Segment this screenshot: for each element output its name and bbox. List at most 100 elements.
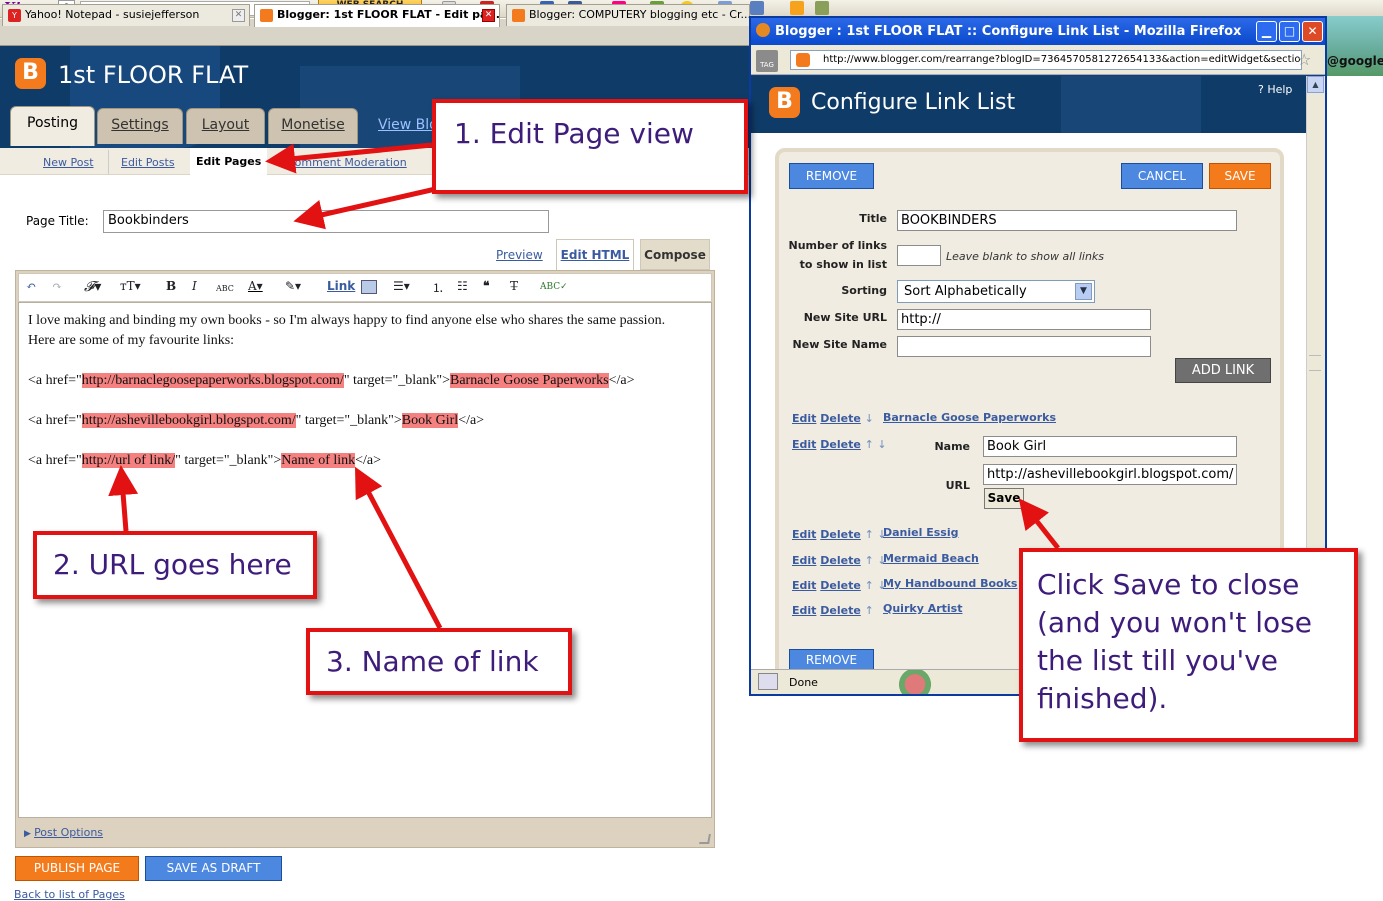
blockquote-icon[interactable]: ❝: [483, 279, 489, 293]
link-row-controls[interactable]: Edit Delete ↑ ↓: [792, 579, 887, 592]
preview-link[interactable]: Preview: [496, 248, 543, 262]
tab-close-icon[interactable]: ✕: [482, 9, 495, 22]
page-title-input[interactable]: Bookbinders: [103, 210, 549, 233]
link-item-name[interactable]: Quirky Artist: [883, 602, 962, 615]
text-color-icon[interactable]: A▾: [248, 279, 263, 293]
link-item-name[interactable]: My Handbound Books: [883, 577, 1017, 590]
edit-name-input[interactable]: Book Girl: [983, 436, 1237, 457]
link-row-controls[interactable]: Edit Delete ↑: [792, 604, 874, 617]
add-link-button[interactable]: ADD LINK: [1175, 358, 1271, 383]
undo-icon[interactable]: ↶: [26, 279, 36, 293]
num-links-input[interactable]: [897, 245, 941, 266]
popup-titlebar[interactable]: Blogger : 1st FLOOR FLAT :: Configure Li…: [751, 18, 1325, 45]
bottom-remove-button[interactable]: REMOVE: [789, 649, 874, 670]
link-row-controls[interactable]: Edit Delete ↑ ↓: [792, 528, 887, 541]
edit-link[interactable]: Edit: [792, 528, 816, 541]
post-options-toggle[interactable]: ▶ Post Options: [24, 826, 103, 839]
link-name-highlight: Barnacle Goose Paperworks: [449, 373, 609, 388]
delete-link[interactable]: Delete: [820, 412, 861, 425]
tag-icon[interactable]: TAG: [756, 50, 778, 72]
edit-link[interactable]: Edit: [792, 438, 816, 451]
edit-name-label: Name: [934, 440, 970, 453]
font-family-icon[interactable]: 𝓕▾: [84, 279, 101, 295]
minimize-button[interactable]: ▁: [1256, 21, 1277, 42]
browser-tab-yahoo-notepad[interactable]: Y Yahoo! Notepad - susiejefferson ✕: [2, 4, 250, 26]
editor-intro-text: I love making and binding my own books -…: [28, 313, 666, 348]
numbered-list-icon[interactable]: ⒈: [432, 279, 444, 296]
resize-grip-icon[interactable]: [699, 834, 711, 844]
align-icon[interactable]: ☰▾: [393, 279, 410, 293]
delete-link[interactable]: Delete: [820, 579, 861, 592]
tab-close-icon[interactable]: ✕: [232, 9, 245, 22]
maximize-button[interactable]: □: [1279, 21, 1300, 42]
tab-posting[interactable]: Posting: [10, 106, 95, 146]
delete-link[interactable]: Delete: [820, 528, 861, 541]
reorder-arrows-icon[interactable]: ↑: [865, 604, 874, 617]
tab-edit-html[interactable]: Edit HTML: [556, 239, 634, 270]
highlight-color-icon[interactable]: ✎▾: [285, 279, 301, 293]
subnav-new-post[interactable]: New Post: [43, 156, 94, 169]
delete-link[interactable]: Delete: [820, 604, 861, 617]
insert-link-button[interactable]: Link: [327, 279, 355, 293]
html-fragment: </a>: [355, 453, 382, 468]
italic-icon[interactable]: I: [192, 279, 197, 293]
font-size-icon[interactable]: тT▾: [120, 279, 141, 293]
tab-compose[interactable]: Compose: [640, 239, 710, 270]
save-button[interactable]: SAVE: [1209, 163, 1271, 189]
link-row-controls[interactable]: Edit Delete ↑ ↓: [792, 554, 887, 567]
delete-link[interactable]: Delete: [820, 438, 861, 451]
save-draft-button[interactable]: SAVE AS DRAFT: [145, 856, 282, 881]
messenger-icon[interactable]: [750, 1, 764, 15]
browser-tab-blogger-computery[interactable]: Blogger: COMPUTERY blogging etc - Cr...: [506, 4, 750, 26]
tab-monetise[interactable]: Monetise: [268, 108, 358, 144]
blogger-logo-icon[interactable]: B: [15, 58, 46, 89]
bookmark-star-icon[interactable]: ☆: [1297, 50, 1311, 69]
edit-url-input[interactable]: http://ashevillebookgirl.blogspot.com/: [983, 464, 1237, 485]
remove-button[interactable]: REMOVE: [789, 163, 874, 189]
subnav-edit-posts[interactable]: Edit Posts: [121, 156, 175, 169]
link-item-name[interactable]: Barnacle Goose Paperworks: [883, 411, 1056, 424]
delete-link[interactable]: Delete: [820, 554, 861, 567]
new-name-input[interactable]: [897, 336, 1151, 357]
editor-link-line: <a href="http://url of link/" target="_b…: [28, 451, 702, 471]
annotation-url-goes-here: 2. URL goes here: [33, 531, 317, 599]
chevron-down-icon[interactable]: ▼: [1075, 283, 1092, 300]
link-row-controls[interactable]: Edit Delete ↓: [792, 412, 874, 425]
edit-link[interactable]: Edit: [792, 554, 816, 567]
feeds-icon[interactable]: [790, 1, 804, 15]
spellcheck-icon[interactable]: ABC✓: [540, 282, 568, 292]
help-link[interactable]: ? Help: [1258, 83, 1292, 96]
subnav-edit-pages[interactable]: Edit Pages: [190, 148, 268, 175]
popup-url-field[interactable]: http://www.blogger.com/rearrange?blogID=…: [790, 50, 1302, 70]
reorder-arrows-icon[interactable]: ↑ ↓: [865, 438, 887, 451]
link-item-name[interactable]: Daniel Essig: [883, 526, 958, 539]
new-url-input[interactable]: http://: [897, 309, 1151, 330]
tab-settings[interactable]: Settings: [97, 108, 183, 144]
save-link-button[interactable]: Save: [984, 488, 1024, 509]
reorder-arrows-icon[interactable]: ↓: [865, 412, 874, 425]
view-blog-link[interactable]: View Blo: [378, 117, 438, 133]
sorting-select[interactable]: Sort Alphabetically: [897, 280, 1095, 303]
subnav-comment-moderation[interactable]: Comment Moderation: [287, 156, 407, 169]
puzzle-icon[interactable]: [815, 1, 829, 15]
strikethrough-icon[interactable]: ABC: [216, 284, 234, 293]
bullet-list-icon[interactable]: ☷: [457, 279, 468, 293]
cancel-button[interactable]: CANCEL: [1121, 163, 1203, 189]
scroll-grip-icon[interactable]: [1309, 355, 1321, 371]
insert-image-icon[interactable]: [361, 280, 377, 294]
redo-icon[interactable]: ↷: [52, 279, 62, 293]
tab-layout[interactable]: Layout: [186, 108, 265, 144]
link-row-controls[interactable]: Edit Delete ↑ ↓: [792, 438, 887, 451]
title-input[interactable]: BOOKBINDERS: [897, 210, 1237, 231]
link-item-name[interactable]: Mermaid Beach: [883, 552, 979, 565]
edit-link[interactable]: Edit: [792, 579, 816, 592]
remove-formatting-icon[interactable]: T̶: [510, 279, 518, 293]
close-window-button[interactable]: ✕: [1302, 21, 1323, 42]
scroll-up-icon[interactable]: ▲: [1307, 76, 1324, 93]
edit-link[interactable]: Edit: [792, 412, 816, 425]
publish-page-button[interactable]: PUBLISH PAGE: [15, 856, 139, 881]
edit-link[interactable]: Edit: [792, 604, 816, 617]
back-to-pages-link[interactable]: Back to list of Pages: [14, 888, 125, 901]
bold-icon[interactable]: B: [166, 279, 176, 293]
browser-tab-blogger-edit[interactable]: Blogger: 1st FLOOR FLAT - Edit pa... ✕: [254, 4, 500, 27]
